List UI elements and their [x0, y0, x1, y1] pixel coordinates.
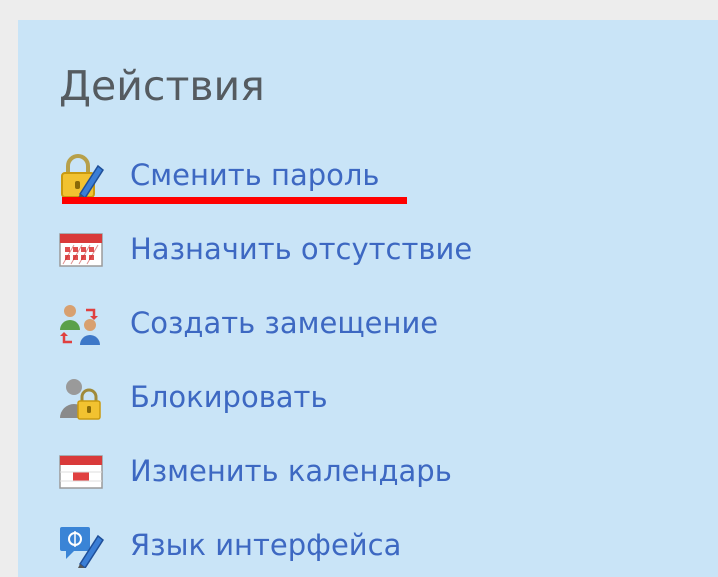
action-create-substitution[interactable]: Создать замещение [58, 299, 438, 347]
users-swap-icon [58, 299, 108, 347]
action-label[interactable]: Изменить календарь [130, 447, 452, 495]
action-label[interactable]: Сменить пароль [130, 151, 380, 199]
language-pencil-icon [58, 521, 108, 569]
action-change-password[interactable]: Сменить пароль [58, 151, 380, 199]
action-label[interactable]: Язык интерфейса [130, 521, 401, 569]
highlight-underline [62, 197, 407, 204]
action-label[interactable]: Блокировать [130, 373, 328, 421]
action-interface-language[interactable]: Язык интерфейса [58, 521, 401, 569]
actions-title: Действия [59, 62, 265, 110]
actions-panel: Действия Сменить пароль Назначить отсутс… [18, 20, 718, 577]
action-block[interactable]: Блокировать [58, 373, 328, 421]
action-label[interactable]: Назначить отсутствие [130, 225, 472, 273]
action-label[interactable]: Создать замещение [130, 299, 438, 347]
calendar-absence-icon [58, 225, 108, 273]
calendar-icon [58, 447, 108, 495]
action-assign-absence[interactable]: Назначить отсутствие [58, 225, 472, 273]
action-change-calendar[interactable]: Изменить календарь [58, 447, 452, 495]
lock-pencil-icon [58, 151, 108, 199]
user-lock-icon [58, 373, 108, 421]
